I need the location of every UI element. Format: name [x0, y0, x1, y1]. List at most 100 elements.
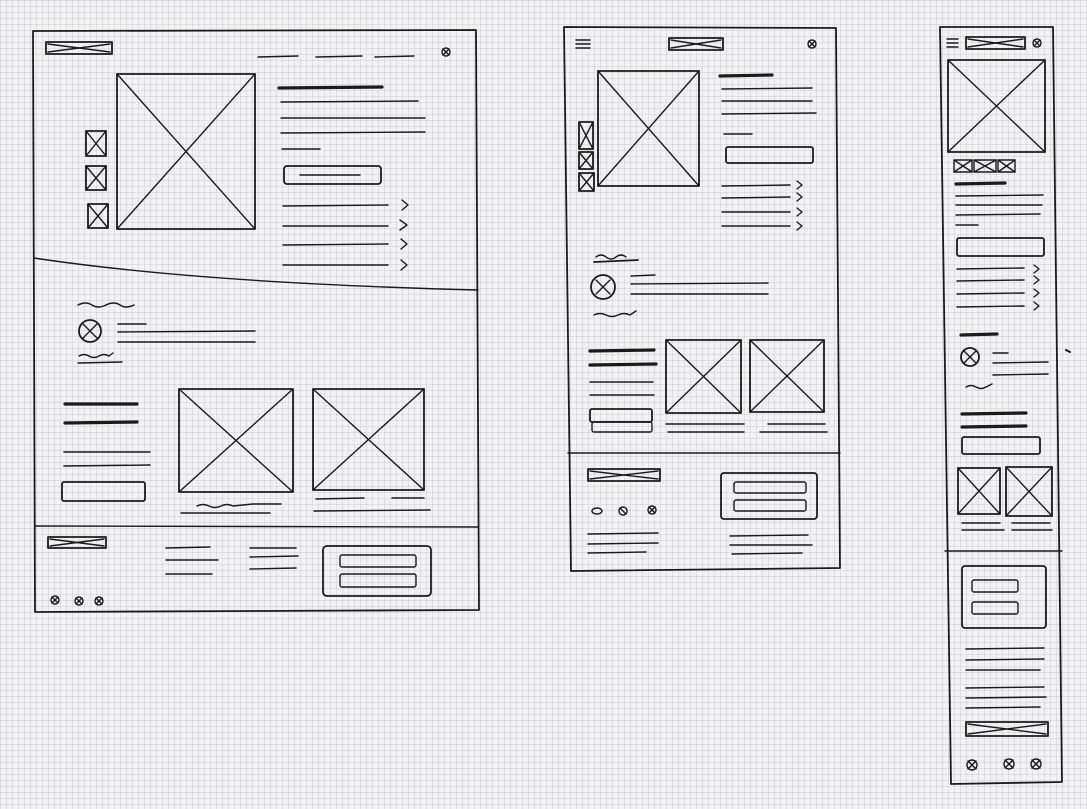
- desktop-newsletter-form: [322, 545, 432, 597]
- tablet-related-title: [588, 348, 656, 353]
- tablet-reviews: [590, 254, 769, 318]
- social-icon: [966, 759, 978, 771]
- tablet-footer-link: [587, 532, 659, 535]
- desktop-thumbnail: [87, 203, 109, 229]
- tablet-review-text: [630, 282, 769, 285]
- social-icon: [591, 507, 603, 515]
- tablet-thumbnail: [578, 172, 595, 192]
- mobile-add-to-cart-button: [956, 237, 1045, 257]
- image-placeholder-icon: [178, 388, 294, 493]
- tablet-newsletter-form: [720, 472, 818, 520]
- mobile-header: [946, 36, 1042, 50]
- desktop-nav-link: [374, 55, 415, 58]
- desktop-logo: [45, 41, 113, 55]
- tablet-footer-link: [729, 534, 809, 537]
- desktop-footer-logo: [47, 536, 107, 549]
- mobile-footer-link: [965, 696, 1047, 699]
- mobile-product-hero: [947, 59, 1046, 311]
- desktop-footer: [47, 536, 432, 606]
- tablet-text-line: [721, 112, 817, 115]
- desktop-section-divider: [34, 525, 479, 528]
- social-icon: [50, 595, 60, 605]
- mobile-reviews-heading: [959, 332, 999, 337]
- mobile-text-line: [955, 194, 1044, 197]
- image-placeholder-icon: [749, 339, 825, 413]
- desktop-nav-link: [257, 55, 299, 58]
- social-icon: [94, 596, 104, 606]
- social-icon: [1030, 758, 1042, 770]
- desktop-text-line: [77, 361, 123, 364]
- tablet-related: [588, 339, 828, 433]
- mobile-footer-link: [965, 706, 1041, 709]
- mobile-footer-link: [965, 658, 1045, 661]
- mobile-footer-link: [965, 647, 1045, 650]
- mobile-newsletter-form: [961, 565, 1047, 629]
- stray-mark: [1065, 349, 1071, 353]
- mobile-related: [957, 411, 1053, 531]
- tablet-thumbnail: [578, 151, 594, 170]
- cart-icon: [807, 39, 817, 49]
- image-placeholder-icon: [947, 59, 1046, 153]
- mobile-logo: [965, 36, 1026, 50]
- mobile-thumbnail: [973, 159, 997, 173]
- tablet-footer-link: [587, 542, 659, 545]
- image-placeholder-icon: [1005, 466, 1053, 517]
- mobile-cta-button: [961, 436, 1041, 455]
- desktop-footer-link: [249, 567, 297, 570]
- image-placeholder-icon: [665, 339, 742, 414]
- tablet-add-to-cart-button: [725, 146, 814, 164]
- cart-icon: [1032, 38, 1042, 48]
- tablet-text-line: [721, 87, 813, 90]
- avatar-icon: [960, 347, 980, 367]
- mobile-rating: [965, 383, 993, 390]
- desktop-cta-button: [61, 481, 146, 502]
- desktop-header: [45, 41, 451, 58]
- desktop-text-line: [63, 464, 151, 467]
- desktop-reviews: [77, 302, 256, 364]
- tablet-logo: [668, 37, 724, 51]
- desktop-review-text: [117, 330, 256, 333]
- hamburger-icon: [575, 39, 591, 49]
- desktop-nav-link: [315, 55, 363, 58]
- mobile-thumbnail: [997, 159, 1016, 173]
- mobile-thumbnail: [953, 159, 973, 173]
- wireframe-sketch: [32, 26, 1071, 785]
- desktop-related-title: [63, 420, 139, 425]
- tablet-product-title: [718, 73, 774, 78]
- mobile-review-text: [992, 373, 1049, 376]
- social-icon: [74, 596, 84, 606]
- desktop-wireframe: [32, 29, 480, 613]
- tablet-footer: [587, 468, 818, 555]
- hamburger-icon: [946, 38, 959, 48]
- mobile-footer-link: [965, 686, 1045, 689]
- mobile-footer-logo: [965, 721, 1049, 737]
- image-placeholder-icon: [116, 73, 256, 230]
- desktop-reviews-heading: [77, 302, 135, 308]
- cart-icon: [441, 47, 451, 57]
- desktop-text-line: [280, 131, 426, 134]
- mobile-text-line: [955, 213, 1041, 216]
- desktop-caption: [315, 497, 365, 500]
- tablet-thumbnail: [578, 121, 594, 150]
- desktop-section-divider: [33, 257, 479, 291]
- desktop-product-title: [277, 85, 384, 90]
- mobile-footer: [961, 565, 1049, 771]
- desktop-thumbnail: [85, 165, 107, 191]
- mobile-wireframe: [939, 26, 1063, 785]
- tablet-rating: [593, 310, 637, 318]
- social-icon: [618, 506, 628, 516]
- tablet-footer-link: [731, 552, 803, 555]
- desktop-caption: [196, 503, 282, 509]
- tablet-reviews-heading: [593, 259, 639, 263]
- tablet-cta-button: [591, 421, 653, 433]
- desktop-footer-link: [165, 546, 211, 549]
- avatar-icon: [590, 274, 616, 300]
- mobile-related-title: [960, 424, 1028, 429]
- mobile-accordion: [956, 264, 1040, 311]
- tablet-header: [575, 37, 817, 51]
- tablet-accordion: [721, 180, 803, 231]
- tablet-review-text: [630, 274, 656, 277]
- desktop-product-hero: [85, 73, 426, 271]
- image-placeholder-icon: [957, 467, 1001, 515]
- tablet-related-title: [588, 362, 658, 367]
